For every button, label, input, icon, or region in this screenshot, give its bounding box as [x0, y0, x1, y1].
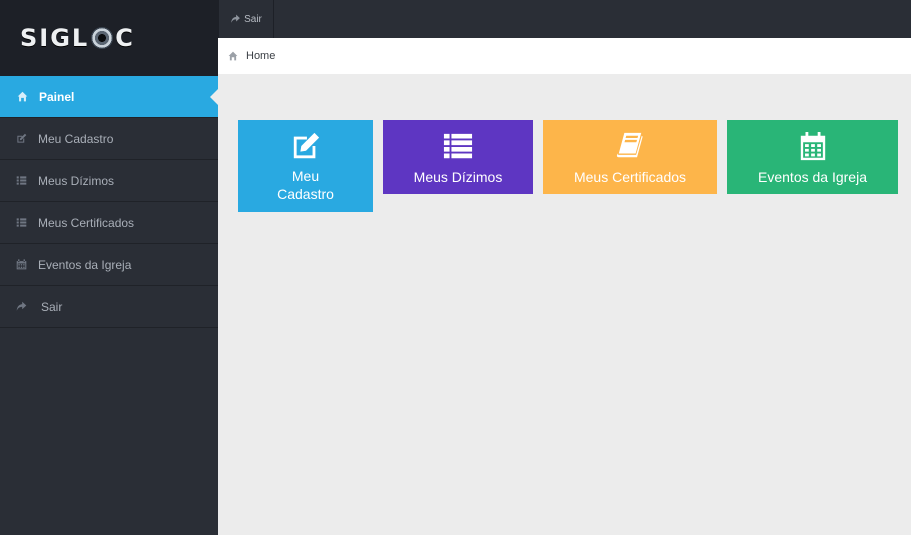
calendar-icon: [800, 131, 825, 161]
tile-meus-certificados[interactable]: Meus Certificados: [543, 120, 717, 194]
sidebar-item-meus-certificados[interactable]: Meus Certificados: [0, 202, 218, 244]
sidebar-menu: Painel Meu Cadastro Meus Dízimos Meus Ce…: [0, 76, 218, 328]
tile-label-line: Cadastro: [277, 186, 334, 202]
sidebar-item-sair[interactable]: Sair: [0, 286, 218, 328]
edit-icon: [293, 132, 319, 159]
sidebar-item-label: Meus Dízimos: [38, 173, 115, 188]
sidebar-item-meus-dizimos[interactable]: Meus Dízimos: [0, 160, 218, 202]
sidebar: SIGL C Painel Meu Cadastro Meus Dízimos: [0, 0, 218, 535]
sidebar-item-label: Meus Certificados: [38, 215, 135, 230]
logo-area: SIGL C: [0, 0, 218, 76]
sidebar-item-label: Painel: [39, 89, 75, 104]
logout-label: Sair: [244, 13, 262, 25]
top-navbar: Sair: [218, 0, 911, 38]
tile-label-line: Meu: [291, 168, 320, 184]
app-logo[interactable]: SIGL C: [20, 24, 135, 52]
tile-label: Meus Dízimos: [413, 169, 503, 185]
list-icon: [15, 175, 27, 187]
sidebar-item-painel[interactable]: Painel: [0, 76, 218, 118]
list-icon: [443, 133, 473, 159]
tile-meus-dizimos[interactable]: Meus Dízimos: [383, 120, 533, 194]
sidebar-item-label: Meu Cadastro: [38, 131, 114, 146]
sidebar-item-label: Eventos da Igreja: [38, 257, 132, 272]
tile-eventos-igreja[interactable]: Eventos da Igreja: [727, 120, 898, 194]
tile-label: Meus Certificados: [573, 169, 687, 185]
logo-lens-icon: [91, 27, 114, 49]
home-icon: [228, 51, 238, 61]
logout-button[interactable]: Sair: [218, 0, 274, 38]
breadcrumb-home[interactable]: Home: [246, 50, 275, 62]
sidebar-item-eventos[interactable]: Eventos da Igreja: [0, 244, 218, 286]
sidebar-item-label: Sair: [41, 299, 63, 314]
breadcrumb: Home: [218, 38, 911, 74]
tile-meu-cadastro[interactable]: Meu Cadastro: [238, 120, 373, 212]
home-icon: [16, 91, 28, 103]
sidebar-item-meu-cadastro[interactable]: Meu Cadastro: [0, 118, 218, 160]
tile-label: Eventos da Igreja: [758, 169, 867, 185]
list-icon: [15, 217, 27, 229]
share-icon: [15, 301, 27, 313]
calendar-icon: [15, 259, 27, 271]
edit-icon: [15, 133, 27, 145]
logo-text-right: C: [115, 24, 135, 52]
logo-text-left: SIGL: [20, 24, 90, 52]
book-icon: [616, 132, 643, 158]
tile-label: Meu Cadastro: [277, 167, 334, 203]
share-icon: [231, 14, 240, 23]
